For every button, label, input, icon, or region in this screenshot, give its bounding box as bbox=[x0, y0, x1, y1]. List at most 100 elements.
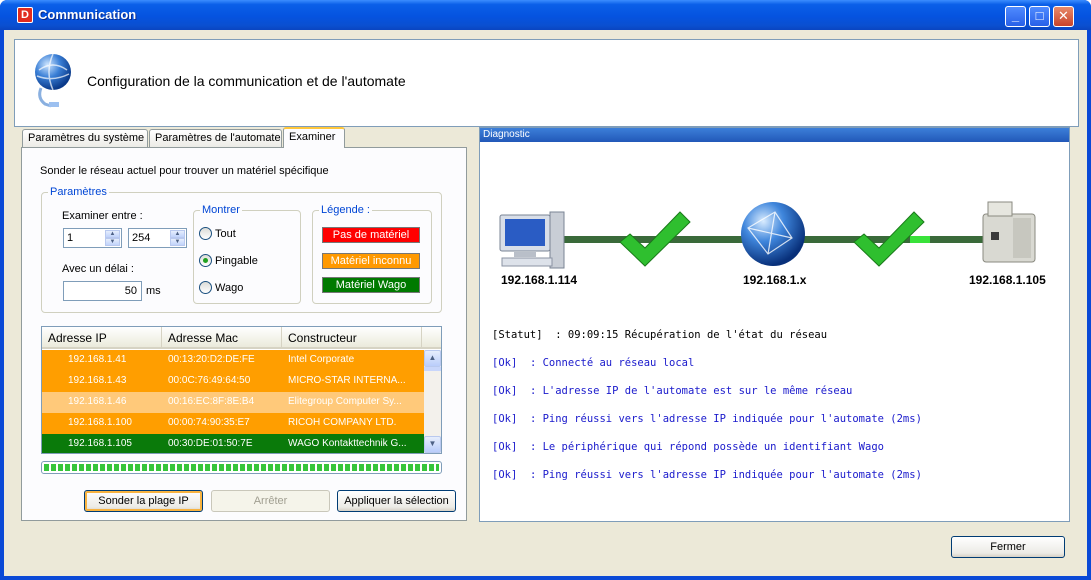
cell-mac: 00:00:74:90:35:E7 bbox=[168, 417, 250, 428]
range-label: Examiner entre : bbox=[62, 210, 143, 222]
cell-ip: 192.168.1.43 bbox=[68, 375, 127, 386]
computer-icon bbox=[499, 211, 565, 269]
cell-vendor: Elitegroup Computer Sy... bbox=[288, 396, 402, 407]
cell-ip: 192.168.1.41 bbox=[68, 354, 127, 365]
column-vendor[interactable]: Constructeur bbox=[282, 327, 422, 349]
page-title: Configuration de la communication et de … bbox=[87, 73, 406, 89]
list-scrollbar[interactable]: ▲ ▼ bbox=[424, 350, 441, 453]
device-list[interactable]: Adresse IP Adresse Mac Constructeur 192.… bbox=[41, 326, 442, 454]
node-label-pc: 192.168.1.114 bbox=[501, 273, 578, 287]
table-row[interactable]: 192.168.1.43 00:0C:76:49:64:50 MICRO-STAR … bbox=[42, 371, 424, 392]
cell-vendor: WAGO Kontakttechnik G... bbox=[288, 438, 407, 449]
show-legend: Montrer bbox=[200, 204, 242, 216]
cell-ip: 192.168.1.105 bbox=[68, 438, 132, 449]
diagnostic-title: Diagnostic bbox=[480, 128, 1069, 142]
log-ok-text: : Le périphérique qui répond possède un … bbox=[529, 441, 884, 453]
log-ok-tag: [Ok] bbox=[492, 357, 518, 369]
scan-progress-bar bbox=[41, 461, 442, 474]
link-highlight bbox=[910, 236, 930, 243]
cell-mac: 00:30:DE:01:50:7E bbox=[168, 438, 253, 449]
radio-show-wago-label: Wago bbox=[215, 282, 244, 294]
radio-show-pingable-label: Pingable bbox=[215, 255, 258, 267]
delay-input[interactable]: 50 bbox=[63, 281, 142, 301]
log-ok-text: : Ping réussi vers l'adresse IP indiquée… bbox=[529, 413, 922, 425]
log-ok-line: [Ok] : Ping réussi vers l'adresse IP ind… bbox=[492, 413, 922, 425]
cell-mac: 00:0C:76:49:64:50 bbox=[168, 375, 251, 386]
app-logo-icon: D bbox=[17, 7, 33, 23]
radio-show-pingable[interactable]: Pingable bbox=[199, 254, 258, 267]
cell-mac: 00:13:20:D2:DE:FE bbox=[168, 354, 255, 365]
table-row[interactable]: 192.168.1.105 00:30:DE:01:50:7E WAGO Konta… bbox=[42, 434, 424, 453]
parameters-group: Paramètres Examiner entre : 1 ▲ ▼ 254 ▲ … bbox=[41, 186, 442, 313]
scan-progress-fill bbox=[44, 464, 439, 471]
range-end-arrows[interactable]: ▲ ▼ bbox=[170, 230, 185, 246]
scroll-thumb[interactable] bbox=[424, 367, 441, 371]
range-start-value: 1 bbox=[67, 232, 74, 244]
column-mac[interactable]: Adresse Mac bbox=[162, 327, 282, 349]
radio-show-all-label: Tout bbox=[215, 228, 236, 240]
cell-ip: 192.168.1.46 bbox=[68, 396, 127, 407]
log-ok-text: : Connecté au réseau local bbox=[529, 357, 695, 369]
chevron-up-icon[interactable]: ▲ bbox=[105, 230, 120, 238]
legend-group: Légende : Pas de matériel Matériel incon… bbox=[312, 204, 432, 304]
table-row[interactable]: 192.168.1.41 00:13:20:D2:DE:FE Intel Corpo… bbox=[42, 350, 424, 371]
scroll-down-icon[interactable]: ▼ bbox=[424, 436, 441, 453]
apply-selection-button[interactable]: Appliquer la sélection bbox=[337, 490, 456, 512]
range-start-stepper[interactable]: 1 ▲ ▼ bbox=[63, 228, 122, 248]
close-window-button[interactable]: ✕ bbox=[1053, 6, 1074, 27]
log-ok-tag: [Ok] bbox=[492, 469, 518, 481]
log-ok-tag: [Ok] bbox=[492, 385, 518, 397]
radio-circle[interactable] bbox=[199, 254, 212, 267]
legend-legend: Légende : bbox=[319, 204, 372, 216]
log-ok-tag: [Ok] bbox=[492, 413, 518, 425]
plc-device-icon bbox=[982, 201, 1036, 263]
range-end-stepper[interactable]: 254 ▲ ▼ bbox=[128, 228, 187, 248]
scan-range-button[interactable]: Sonder la plage IP bbox=[84, 490, 203, 512]
list-header: Adresse IP Adresse Mac Constructeur bbox=[42, 327, 441, 349]
cell-vendor: RICOH COMPANY LTD. bbox=[288, 417, 397, 428]
cell-vendor: MICRO-STAR INTERNA... bbox=[288, 375, 406, 386]
range-start-arrows[interactable]: ▲ ▼ bbox=[105, 230, 120, 246]
minimize-button[interactable]: _ bbox=[1005, 6, 1026, 27]
scroll-up-icon[interactable]: ▲ bbox=[424, 350, 441, 367]
radio-circle[interactable] bbox=[199, 281, 212, 294]
cell-ip: 192.168.1.100 bbox=[68, 417, 132, 428]
node-label-plc: 192.168.1.105 bbox=[969, 273, 1046, 287]
network-globe-icon bbox=[741, 202, 805, 266]
log-ok-text: : Ping réussi vers l'adresse IP indiquée… bbox=[529, 469, 922, 481]
radio-circle[interactable] bbox=[199, 227, 212, 240]
maximize-button[interactable]: □ bbox=[1029, 6, 1050, 27]
legend-wago-device: Matériel Wago bbox=[322, 277, 420, 293]
table-row[interactable]: 192.168.1.100 00:00:74:90:35:E7 RICOH COMP… bbox=[42, 413, 424, 434]
chevron-down-icon[interactable]: ▼ bbox=[105, 238, 120, 246]
main-window: D Communication _ □ ✕ Configuration de l… bbox=[0, 0, 1091, 580]
close-button[interactable]: Fermer bbox=[951, 536, 1065, 558]
delay-unit: ms bbox=[146, 285, 161, 297]
parameters-legend: Paramètres bbox=[48, 186, 109, 198]
column-ip[interactable]: Adresse IP bbox=[42, 327, 162, 349]
radio-show-all[interactable]: Tout bbox=[199, 227, 236, 240]
stop-button[interactable]: Arrêter bbox=[211, 490, 330, 512]
log-status-line: [Statut] : 09:09:15 Récupération de l'ét… bbox=[492, 329, 827, 341]
log-ok-text: : L'adresse IP de l'automate est sur le … bbox=[529, 385, 853, 397]
tab-plc-settings[interactable]: Paramètres de l'automate bbox=[149, 129, 282, 147]
tab-examiner[interactable]: Examiner bbox=[283, 127, 345, 148]
examiner-panel: Sonder le réseau actuel pour trouver un … bbox=[21, 147, 467, 521]
log-ok-line: [Ok] : Le périphérique qui répond possèd… bbox=[492, 441, 884, 453]
globe-network-icon bbox=[35, 53, 71, 108]
legend-unknown-device: Matériel inconnu bbox=[322, 253, 420, 269]
table-row[interactable]: 192.168.1.46 00:16:EC:8F:8E:B4 Elitegroup … bbox=[42, 392, 424, 413]
tab-system-settings[interactable]: Paramètres du système bbox=[22, 129, 148, 147]
log-status-text: : 09:09:15 Récupération de l'état du rés… bbox=[555, 329, 828, 341]
title-bar[interactable]: D Communication _ □ ✕ bbox=[0, 0, 1091, 30]
chevron-up-icon[interactable]: ▲ bbox=[170, 230, 185, 238]
window-title: Communication bbox=[38, 7, 137, 22]
cell-mac: 00:16:EC:8F:8E:B4 bbox=[168, 396, 255, 407]
header-banner: Configuration de la communication et de … bbox=[14, 39, 1079, 127]
range-end-value: 254 bbox=[132, 232, 151, 244]
radio-show-wago[interactable]: Wago bbox=[199, 281, 243, 294]
log-ok-line: [Ok] : L'adresse IP de l'automate est su… bbox=[492, 385, 852, 397]
log-ok-tag: [Ok] bbox=[492, 441, 518, 453]
chevron-down-icon[interactable]: ▼ bbox=[170, 238, 185, 246]
show-group: Montrer Tout Pingable Wago bbox=[193, 204, 301, 304]
